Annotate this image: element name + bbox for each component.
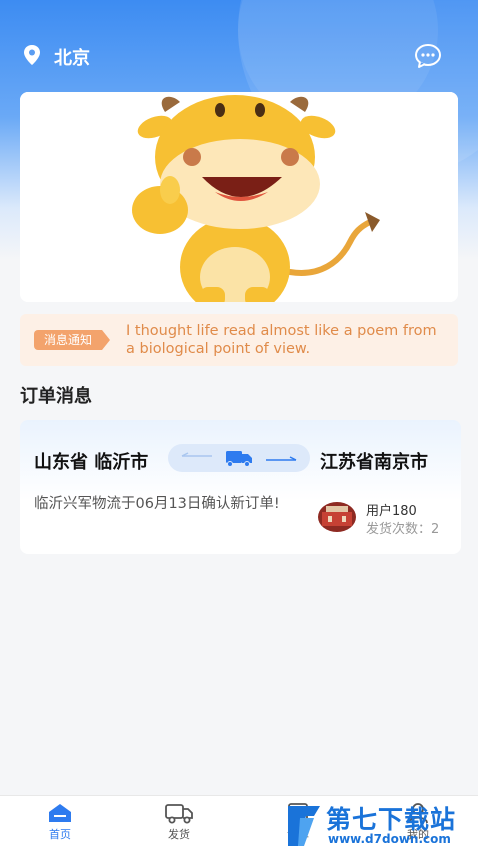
tab-ship[interactable]: 发货	[149, 802, 209, 842]
tab-ship-label: 发货	[168, 828, 190, 841]
route-indicator	[168, 444, 310, 472]
origin-city: 山东省 临沂市	[34, 452, 149, 473]
tab-home-label: 首页	[49, 828, 71, 841]
section-title-orders: 订单消息	[20, 386, 92, 407]
ship-count: 发货次数：2	[366, 522, 440, 537]
tab-home[interactable]: 首页	[30, 802, 90, 842]
watermark: 第七下载站 www.d7down.com	[284, 800, 478, 850]
watermark-url: www.d7down.com	[328, 832, 451, 846]
watermark-title: 第七下载站	[326, 805, 457, 834]
truck-route-icon	[181, 451, 297, 467]
order-description: 临沂兴军物流于06月13日确认新订单!	[34, 496, 280, 512]
location-pin-icon[interactable]	[22, 44, 42, 66]
order-card[interactable]: 山东省 临沂市 江苏省南京市 临沂兴军物流于06月13日确认新订单! 用户180…	[20, 420, 461, 554]
user-name: 用户180	[366, 504, 417, 519]
notice-bar[interactable]: 消息通知 I thought life read almost like a p…	[20, 314, 458, 366]
d7-logo-icon	[288, 806, 320, 846]
home-icon	[49, 804, 71, 822]
banner-carousel[interactable]	[20, 92, 458, 302]
notice-text: I thought life read almost like a poem f…	[126, 323, 437, 357]
chat-bubble-icon[interactable]	[414, 43, 442, 69]
notice-tag: 消息通知	[34, 330, 111, 350]
cow-mascot-image	[20, 92, 458, 302]
current-city[interactable]: 北京	[54, 44, 90, 70]
truck-icon	[165, 804, 193, 824]
destination-city: 江苏省南京市	[320, 452, 428, 473]
avatar	[318, 502, 356, 532]
